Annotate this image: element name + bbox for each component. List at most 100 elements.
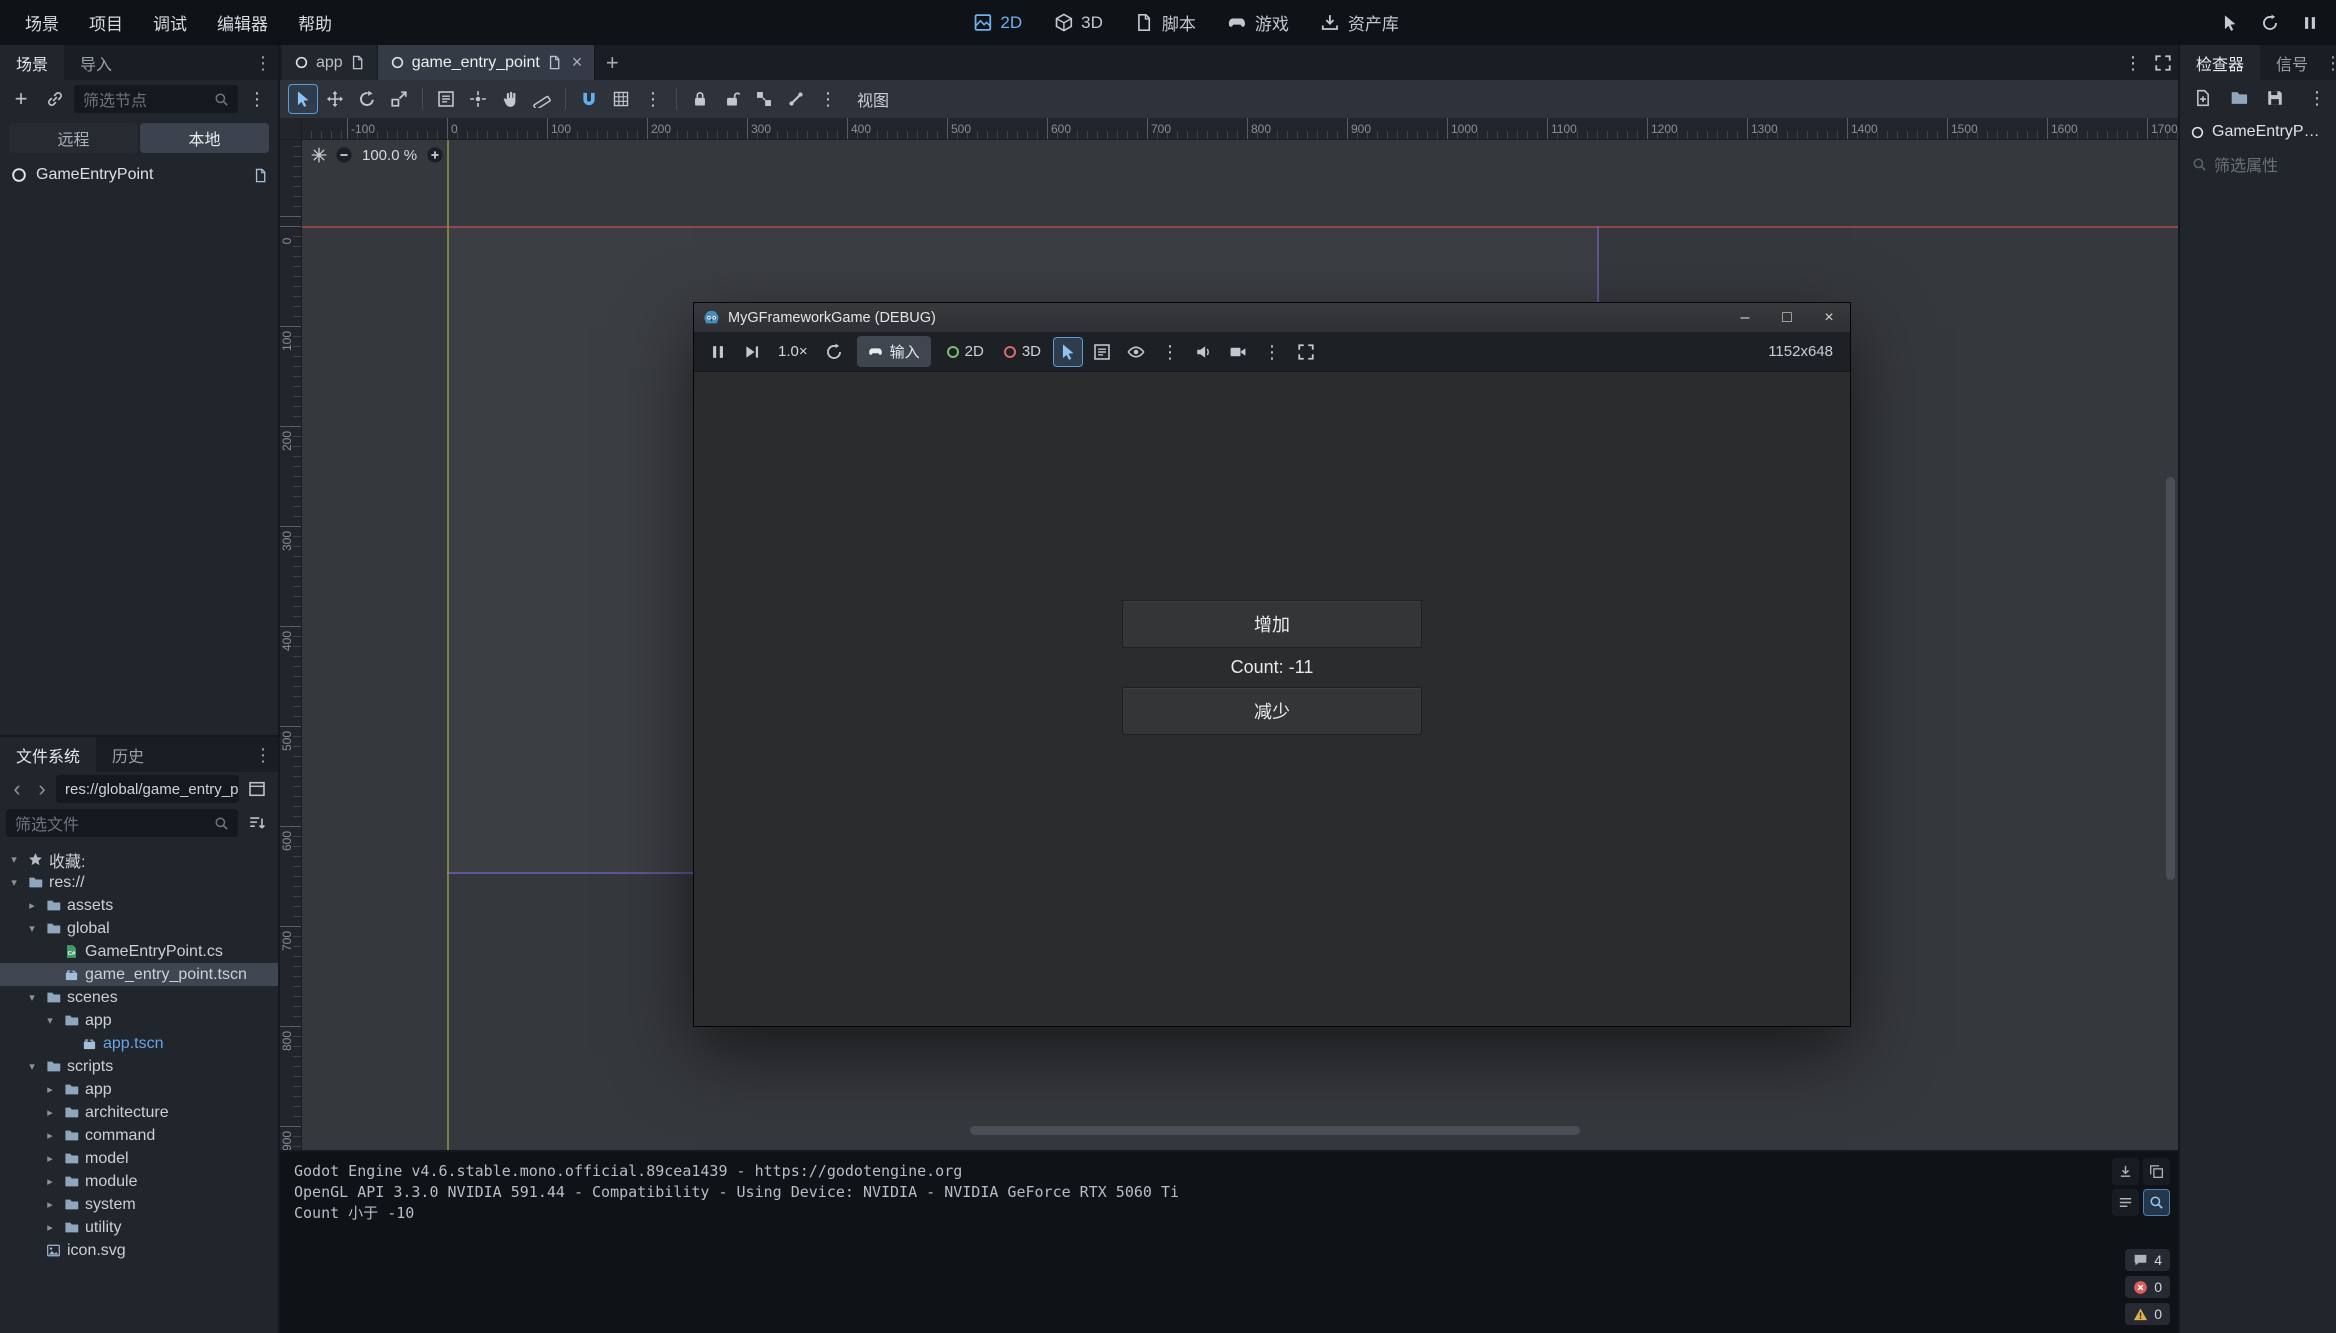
zoom-level[interactable]: 100.0 % — [360, 147, 419, 164]
resource-options-button[interactable]: ⋮ — [2302, 83, 2332, 113]
fs-item-system[interactable]: ▸system — [0, 1193, 278, 1216]
scene-tabs-menu-button[interactable]: ⋮ — [2118, 48, 2148, 78]
reset-speed-button[interactable] — [819, 337, 849, 367]
scene-dock-segment-0[interactable]: 远程 — [9, 123, 138, 153]
save-resource-button[interactable] — [2260, 83, 2290, 113]
inspected-node[interactable]: GameEntryPoint — [2180, 116, 2336, 148]
close-tab-icon[interactable]: × — [572, 52, 583, 73]
output-log[interactable]: Godot Engine v4.6.stable.mono.official.8… — [280, 1152, 2112, 1333]
pivot-tool-button[interactable] — [463, 84, 493, 114]
expand-icon[interactable]: ▸ — [42, 1152, 58, 1165]
new-scene-tab-button[interactable]: + — [595, 45, 629, 80]
fs-path-input[interactable]: res://global/game_entry_p — [56, 775, 239, 803]
game-select-mode-button[interactable] — [2214, 7, 2246, 39]
copy-log-button[interactable] — [2143, 1158, 2170, 1185]
expand-icon[interactable]: ▸ — [42, 1106, 58, 1119]
expand-icon[interactable]: ▸ — [42, 1129, 58, 1142]
zoom-in-button[interactable] — [426, 146, 444, 164]
fs-item-app.tscn[interactable]: app.tscn — [0, 1032, 278, 1055]
expand-icon[interactable]: ▸ — [42, 1221, 58, 1234]
inspector-tab-0[interactable]: 检查器 — [2180, 45, 2260, 80]
scale-tool-button[interactable] — [384, 84, 414, 114]
embed-fullscreen-button[interactable] — [1291, 337, 1321, 367]
smart-snap-button[interactable] — [574, 84, 604, 114]
unlock-node-button[interactable] — [717, 84, 747, 114]
lock-node-button[interactable] — [685, 84, 715, 114]
collapse-icon[interactable]: ▾ — [6, 876, 22, 889]
visibility-button[interactable] — [1121, 337, 1151, 367]
fs-item-assets[interactable]: ▸assets — [0, 894, 278, 917]
game-debug-window[interactable]: MyGFrameworkGame (DEBUG) – □ × 1.0× — [693, 302, 1851, 1027]
workspace-脚本[interactable]: 脚本 — [1121, 3, 1210, 42]
increase-button[interactable]: 增加 — [1122, 600, 1422, 648]
workspace-资产库[interactable]: 资产库 — [1307, 3, 1413, 42]
center-view-icon[interactable] — [310, 146, 328, 164]
filter-properties-input[interactable]: 筛选属性 — [2188, 150, 2328, 178]
output-badge-warning[interactable]: 0 — [2125, 1303, 2170, 1325]
fs-forward-button[interactable]: › — [31, 775, 53, 803]
filesystem-dock-tab-1[interactable]: 历史 — [96, 737, 160, 772]
pause-game-button[interactable] — [2294, 7, 2326, 39]
camera-options-button[interactable]: ⋮ — [1257, 337, 1287, 367]
open-script-icon[interactable] — [253, 168, 268, 183]
scene-tree-node-root[interactable]: GameEntryPoint — [0, 158, 278, 192]
game-window-titlebar[interactable]: MyGFrameworkGame (DEBUG) – □ × — [694, 303, 1850, 332]
collapse-icon[interactable]: ▾ — [24, 922, 40, 935]
filesystem-dock-tab-0[interactable]: 文件系统 — [0, 737, 96, 772]
menu-item-3[interactable]: 编辑器 — [202, 3, 283, 42]
select-mode-3d-button[interactable]: 3D — [996, 338, 1049, 365]
expand-icon[interactable]: ▸ — [42, 1083, 58, 1096]
ruler-tool-button[interactable] — [527, 84, 557, 114]
fs-item-global[interactable]: ▾global — [0, 917, 278, 940]
vertical-scrollbar-thumb[interactable] — [2166, 477, 2175, 880]
collapse-icon[interactable]: ▾ — [6, 853, 22, 866]
scene-dock-tab-1[interactable]: 导入 — [64, 45, 128, 80]
inspector-dock-menu-button[interactable]: ⋮ — [2324, 45, 2336, 80]
list-select-tool-button[interactable] — [431, 84, 461, 114]
fs-sort-button[interactable] — [242, 808, 272, 838]
search-log-button[interactable] — [2143, 1189, 2170, 1216]
output-badge-error[interactable]: 0 — [2125, 1276, 2170, 1298]
collapse-icon[interactable]: ▾ — [42, 1014, 58, 1027]
fs-item-app[interactable]: ▾app — [0, 1009, 278, 1032]
menu-item-2[interactable]: 调试 — [138, 3, 202, 42]
workspace-2D[interactable]: 2D — [959, 6, 1036, 40]
fs-item-res[interactable]: ▾res:// — [0, 871, 278, 894]
fs-item-GameEntryPoint.cs[interactable]: C#GameEntryPoint.cs — [0, 940, 278, 963]
menu-item-1[interactable]: 项目 — [74, 3, 138, 42]
decrease-button[interactable]: 减少 — [1122, 687, 1422, 735]
fs-item-[interactable]: ▾收藏: — [0, 848, 278, 871]
speed-scale-label[interactable]: 1.0× — [771, 343, 815, 360]
view-menu-button[interactable]: 视图 — [845, 87, 901, 111]
fs-item-game_entry_point.tscn[interactable]: game_entry_point.tscn — [0, 963, 278, 986]
minimize-button[interactable]: – — [1724, 303, 1766, 332]
fs-item-architecture[interactable]: ▸architecture — [0, 1101, 278, 1124]
fs-item-scenes[interactable]: ▾scenes — [0, 986, 278, 1009]
move-tool-button[interactable] — [320, 84, 350, 114]
menu-item-0[interactable]: 场景 — [10, 3, 74, 42]
skeleton-options-button[interactable] — [781, 84, 811, 114]
camera-override-button[interactable] — [1223, 337, 1253, 367]
fs-toggle-split-button[interactable] — [242, 774, 272, 804]
selection-options-button[interactable]: ⋮ — [1155, 337, 1185, 367]
expand-editor-button[interactable] — [2148, 48, 2178, 78]
select-mode-2d-button[interactable]: 2D — [939, 338, 992, 365]
fs-item-scripts[interactable]: ▾scripts — [0, 1055, 278, 1078]
load-resource-button[interactable] — [2224, 83, 2254, 113]
close-button[interactable]: × — [1808, 303, 1850, 332]
expand-icon[interactable]: ▸ — [42, 1198, 58, 1211]
scene-dock-tab-0[interactable]: 场景 — [0, 45, 64, 80]
mute-audio-button[interactable] — [1189, 337, 1219, 367]
fs-item-app[interactable]: ▸app — [0, 1078, 278, 1101]
menu-item-4[interactable]: 帮助 — [283, 3, 347, 42]
fs-back-button[interactable]: ‹ — [6, 775, 28, 803]
zoom-out-button[interactable] — [335, 146, 353, 164]
input-mode-toggle[interactable]: 输入 — [857, 336, 931, 367]
2d-canvas[interactable]: 100.0 % MyGFrameworkGame (DEBUG) – □ × — [302, 140, 2178, 1150]
new-resource-button[interactable] — [2188, 83, 2218, 113]
maximize-button[interactable]: □ — [1766, 303, 1808, 332]
next-frame-button[interactable] — [737, 337, 767, 367]
fs-item-model[interactable]: ▸model — [0, 1147, 278, 1170]
scroll-to-bottom-button[interactable] — [2112, 1158, 2139, 1185]
workspace-游戏[interactable]: 游戏 — [1214, 3, 1303, 42]
